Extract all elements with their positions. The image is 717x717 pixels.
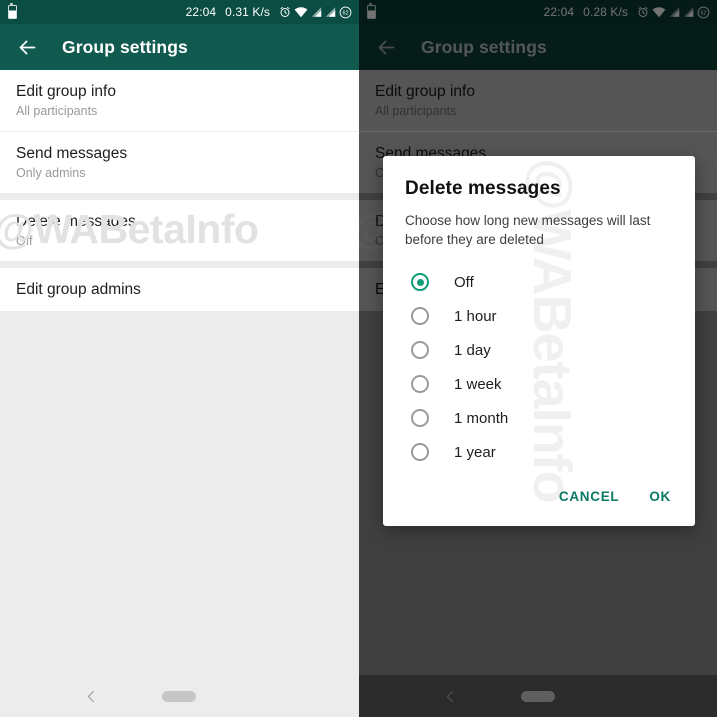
dialog-options-group: Off 1 hour 1 day 1 week 1 month 1 year — [383, 249, 695, 473]
list-item-title: Delete messages — [16, 213, 136, 230]
back-arrow-icon[interactable] — [14, 34, 40, 60]
settings-section-3: Edit group admins — [0, 268, 359, 311]
option-1-week[interactable]: 1 week — [383, 367, 695, 401]
app-bar-left: Group settings — [0, 24, 359, 70]
option-1-year[interactable]: 1 year — [383, 435, 695, 469]
battery-icon — [8, 3, 17, 19]
status-bar-icon-group: 62 — [279, 6, 352, 19]
radio-button-icon[interactable] — [411, 409, 429, 427]
dialog-actions: CANCEL OK — [383, 473, 695, 526]
battery-percent-icon: 62 — [339, 6, 352, 18]
list-item-subtitle: Only admins — [16, 166, 86, 180]
cancel-button[interactable]: CANCEL — [557, 485, 621, 508]
ok-button[interactable]: OK — [647, 485, 673, 508]
option-label: Off — [454, 273, 474, 291]
option-label: 1 month — [454, 409, 509, 427]
option-1-day[interactable]: 1 day — [383, 333, 695, 367]
signal-icon — [325, 7, 336, 17]
option-1-hour[interactable]: 1 hour — [383, 299, 695, 333]
list-item-subtitle: Off — [16, 234, 33, 248]
settings-list-left: @WABetaInfo Edit group info All particip… — [0, 70, 359, 717]
home-indicator-pill[interactable] — [162, 690, 196, 702]
screenshot-root: 22:04 0.31 K/s 62 Group settings @WABeta… — [0, 0, 717, 717]
delete-messages-dialog: @WABetaInfo Delete messages Choose how l… — [383, 156, 695, 526]
right-phone-panel: 22:04 0.28 K/s — [359, 0, 717, 717]
list-item-edit-group-admins[interactable]: Edit group admins — [0, 268, 359, 311]
nav-back-chevron-icon[interactable] — [84, 689, 99, 704]
status-bar-left: 22:04 0.31 K/s 62 — [0, 0, 359, 24]
option-label: 1 day — [454, 341, 491, 359]
list-item-title: Send messages — [16, 145, 128, 162]
dialog-title: Delete messages — [405, 178, 561, 199]
status-bar-right-group: 22:04 0.31 K/s 62 — [17, 5, 359, 19]
option-label: 1 week — [454, 375, 502, 393]
list-item-edit-group-info[interactable]: Edit group info All participants — [0, 70, 359, 131]
option-off[interactable]: Off — [383, 265, 695, 299]
status-bar-left-icons — [0, 3, 17, 19]
nav-bar-left — [0, 675, 359, 717]
settings-section-2: Delete messages Off — [0, 200, 359, 261]
wifi-icon — [294, 7, 308, 18]
list-item-title: Edit group admins — [16, 281, 141, 298]
settings-section-1: Edit group info All participants Send me… — [0, 70, 359, 193]
radio-button-icon[interactable] — [411, 375, 429, 393]
radio-button-icon[interactable] — [411, 273, 429, 291]
list-item-delete-messages[interactable]: Delete messages Off — [0, 200, 359, 261]
list-item-send-messages[interactable]: Send messages Only admins — [0, 131, 359, 193]
signal-icon — [311, 7, 322, 17]
dialog-description: Choose how long new messages will last b… — [405, 213, 651, 247]
option-1-month[interactable]: 1 month — [383, 401, 695, 435]
network-speed-left: 0.31 K/s — [225, 5, 270, 19]
radio-button-icon[interactable] — [411, 307, 429, 325]
list-item-subtitle: All participants — [16, 104, 98, 118]
option-label: 1 year — [454, 443, 496, 461]
dialog-content: Delete messages Choose how long new mess… — [383, 156, 695, 526]
page-title: Group settings — [62, 36, 188, 57]
radio-button-icon[interactable] — [411, 443, 429, 461]
left-phone-panel: 22:04 0.31 K/s 62 Group settings @WABeta… — [0, 0, 359, 717]
option-label: 1 hour — [454, 307, 497, 325]
list-item-title: Edit group info — [16, 83, 116, 100]
status-bar-clock: 22:04 — [185, 5, 217, 19]
svg-text:62: 62 — [342, 10, 348, 16]
alarm-icon — [280, 7, 290, 17]
radio-button-icon[interactable] — [411, 341, 429, 359]
